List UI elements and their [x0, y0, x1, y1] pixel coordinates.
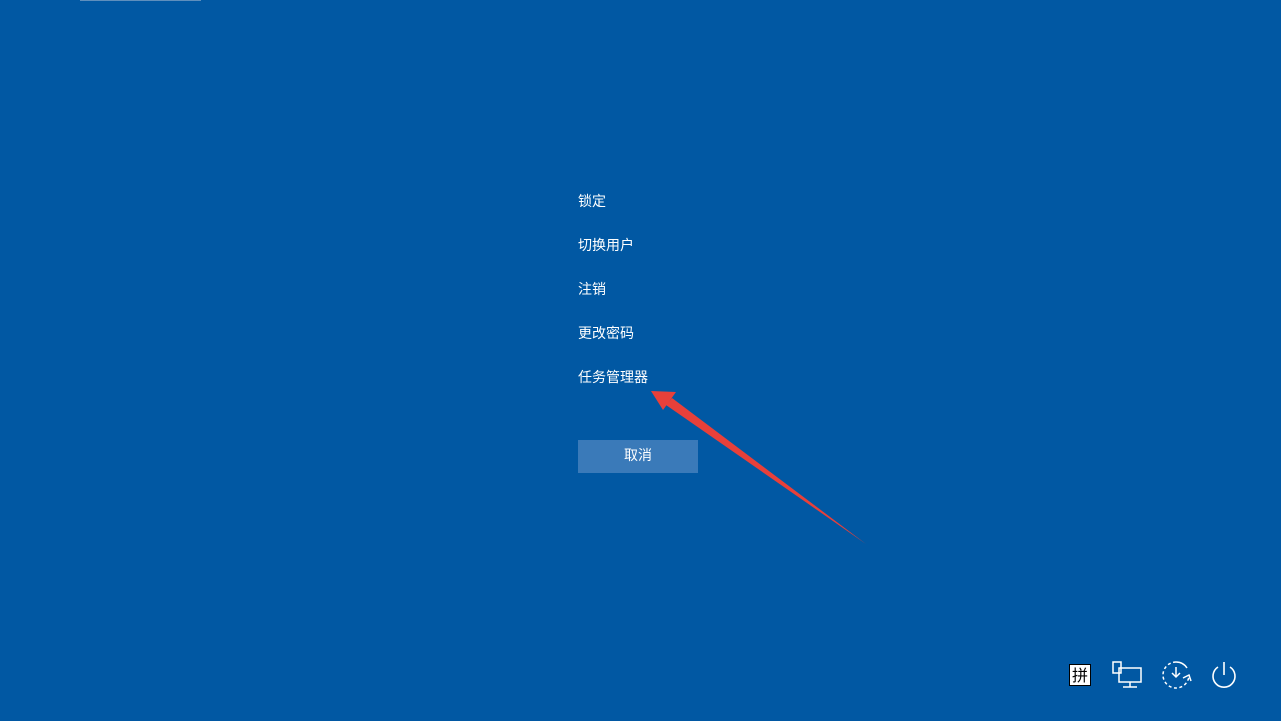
accessibility-icon: [1162, 661, 1192, 689]
menu-item-sign-out[interactable]: 注销: [578, 278, 738, 322]
power-button[interactable]: [1204, 655, 1244, 695]
accessibility-button[interactable]: [1156, 655, 1196, 695]
power-icon: [1212, 662, 1236, 688]
ime-icon: 拼: [1069, 664, 1091, 686]
network-icon: [1112, 661, 1142, 688]
system-tray: 拼: [1060, 655, 1260, 699]
menu-item-switch-user[interactable]: 切换用户: [578, 234, 738, 278]
security-options-menu: 锁定 切换用户 注销 更改密码 任务管理器: [578, 190, 738, 410]
ime-button[interactable]: 拼: [1060, 655, 1100, 695]
network-button[interactable]: [1108, 655, 1148, 695]
menu-item-lock[interactable]: 锁定: [578, 190, 738, 234]
menu-item-task-manager[interactable]: 任务管理器: [578, 366, 738, 410]
top-edge-strip: [80, 0, 201, 1]
menu-item-change-password[interactable]: 更改密码: [578, 322, 738, 366]
cancel-button[interactable]: 取消: [578, 440, 698, 473]
